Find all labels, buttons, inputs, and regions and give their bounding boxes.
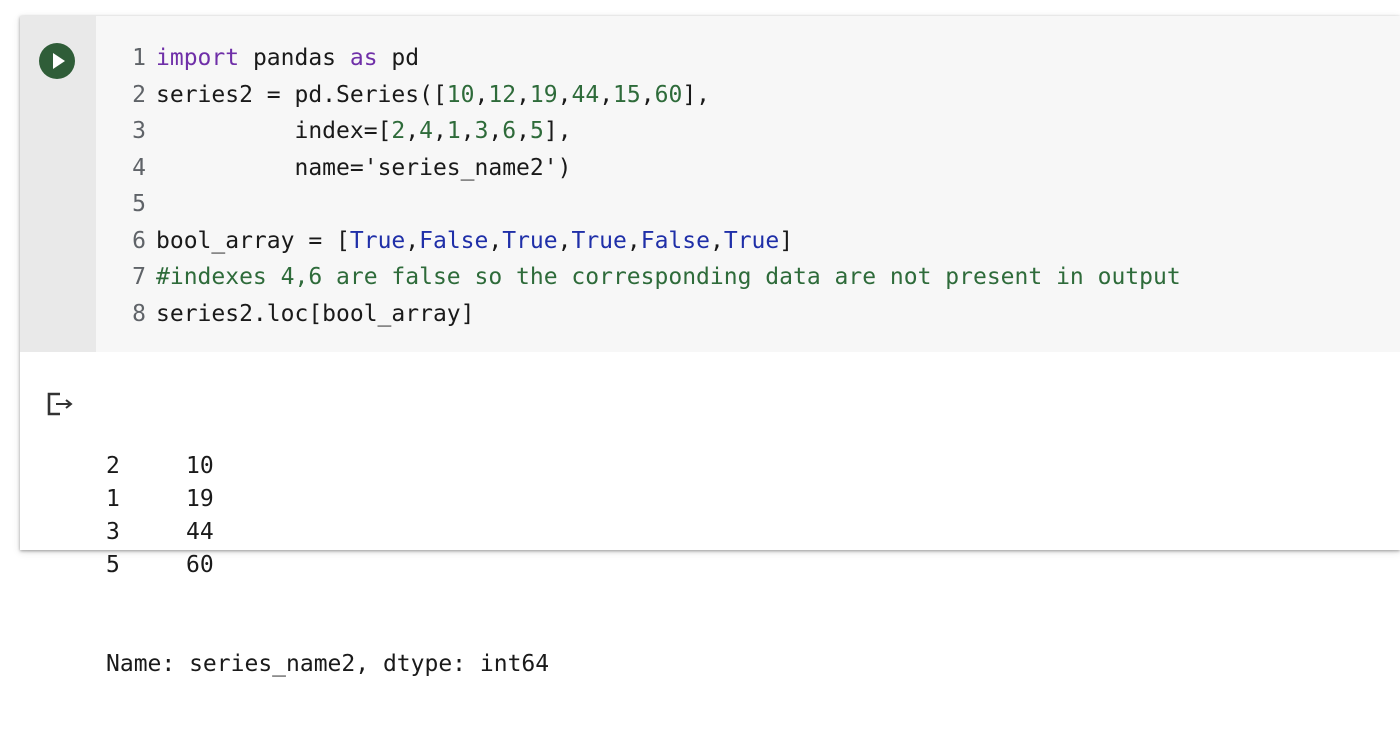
output-value: 44 xyxy=(186,519,214,545)
cell-output-area: 2 10 1 19 3 44 5 60 Name: series_name2, dtype: … xyxy=(20,352,1400,677)
code-token: , xyxy=(474,81,489,108)
output-value: 19 xyxy=(186,486,214,512)
output-index: 3 xyxy=(106,519,120,545)
code-line[interactable]: 8 series2.loc[bool_array] xyxy=(120,296,1181,333)
output-index: 1 xyxy=(106,486,120,512)
code-token: #indexes 4,6 are false so the correspond… xyxy=(156,264,1181,290)
code-token: ], xyxy=(682,81,711,108)
code-token: , xyxy=(516,81,530,108)
code-token: , xyxy=(709,227,724,254)
output-value: 60 xyxy=(186,552,214,578)
line-number: 7 xyxy=(132,264,146,290)
code-token: , xyxy=(599,81,614,108)
code-token: series2.loc[bool_array] xyxy=(156,300,475,327)
code-token: 44 xyxy=(571,81,600,108)
output-index: 5 xyxy=(106,552,120,578)
code-line[interactable]: 5 xyxy=(120,186,1181,223)
output-index: 2 xyxy=(106,453,120,479)
output-row: 1 19 xyxy=(106,483,549,516)
code-line[interactable]: 2 series2 = pd.Series([10,12,19,44,15,60]… xyxy=(120,77,1181,114)
code-token: ) xyxy=(557,154,572,181)
code-token: , xyxy=(405,118,420,144)
notebook-code-cell[interactable]: 1 import pandas as pd 2 series2 = pd.Series… xyxy=(20,16,1400,677)
run-cell-button[interactable] xyxy=(39,43,75,79)
code-line[interactable]: 4 name='series_name2') xyxy=(120,150,1181,187)
line-number: 5 xyxy=(132,191,146,217)
line-number: 6 xyxy=(132,227,146,254)
code-token: pd xyxy=(377,45,420,71)
code-token: 'series_name2' xyxy=(363,154,558,181)
code-token: import xyxy=(156,45,240,71)
code-token: 4 xyxy=(419,118,433,144)
line-number: 2 xyxy=(132,81,146,108)
code-token: 12 xyxy=(488,81,517,108)
code-token: , xyxy=(557,227,572,254)
code-token: True xyxy=(349,227,406,254)
code-token: 5 xyxy=(530,118,544,144)
code-token: False xyxy=(640,227,710,254)
code-token: , xyxy=(488,118,503,144)
output-value: 10 xyxy=(186,453,214,479)
output-text: 2 10 1 19 3 44 5 60 Name: series_name2, dtype: … xyxy=(106,384,549,747)
output-row: 5 60 xyxy=(106,549,549,582)
code-token: ] xyxy=(779,227,794,254)
cell-input-area[interactable]: 1 import pandas as pd 2 series2 = pd.Series… xyxy=(20,16,1400,352)
code-line[interactable]: 7 #indexes 4,6 are false so the correspon… xyxy=(120,259,1181,296)
cell-gutter xyxy=(20,16,96,352)
code-token: name= xyxy=(156,154,364,181)
code-token: , xyxy=(626,227,641,254)
code-token: 6 xyxy=(502,118,517,144)
code-token: , xyxy=(488,227,503,254)
line-number: 1 xyxy=(132,45,146,71)
code-token: 3 xyxy=(474,118,489,144)
output-series-rows: 2 10 1 19 3 44 5 60 xyxy=(106,450,549,582)
code-token: True xyxy=(502,227,558,254)
code-token: index=[ xyxy=(156,118,392,144)
code-token: True xyxy=(571,227,627,254)
code-token: , xyxy=(516,118,530,144)
code-token: False xyxy=(419,227,489,254)
code-token: 15 xyxy=(613,81,641,108)
code-token: , xyxy=(557,81,572,108)
line-number: 3 xyxy=(132,118,146,144)
code-token: 2 xyxy=(391,118,406,144)
code-line[interactable]: 3 index=[2,4,1,3,6,5], xyxy=(120,113,1181,150)
line-number: 8 xyxy=(132,300,146,327)
code-token: 1 xyxy=(446,118,461,144)
code-token: , xyxy=(640,81,655,108)
code-line[interactable]: 6 bool_array = [True,False,True,True,Fals… xyxy=(120,223,1181,260)
code-editor[interactable]: 1 import pandas as pd 2 series2 = pd.Series… xyxy=(120,40,1181,332)
code-token: True xyxy=(723,227,780,254)
output-footer: Name: series_name2, dtype: int64 xyxy=(106,651,550,677)
code-token: 19 xyxy=(529,81,558,108)
output-arrow-icon[interactable] xyxy=(46,390,76,418)
code-token: as xyxy=(349,45,378,71)
code-token: ], xyxy=(543,118,572,144)
output-row: 2 10 xyxy=(106,450,549,483)
code-token: pandas xyxy=(239,45,350,71)
code-line[interactable]: 1 import pandas as pd xyxy=(120,40,1181,77)
code-token: bool_array = [ xyxy=(156,227,350,254)
code-token: 10 xyxy=(446,81,475,108)
code-token: , xyxy=(405,227,420,254)
output-row: 3 44 xyxy=(106,516,549,549)
line-number: 4 xyxy=(132,154,146,181)
code-token: , xyxy=(460,118,475,144)
code-token: 60 xyxy=(654,81,683,108)
code-token: , xyxy=(432,118,447,144)
play-icon xyxy=(53,53,65,69)
code-token: series2 = pd.Series([ xyxy=(156,81,447,108)
